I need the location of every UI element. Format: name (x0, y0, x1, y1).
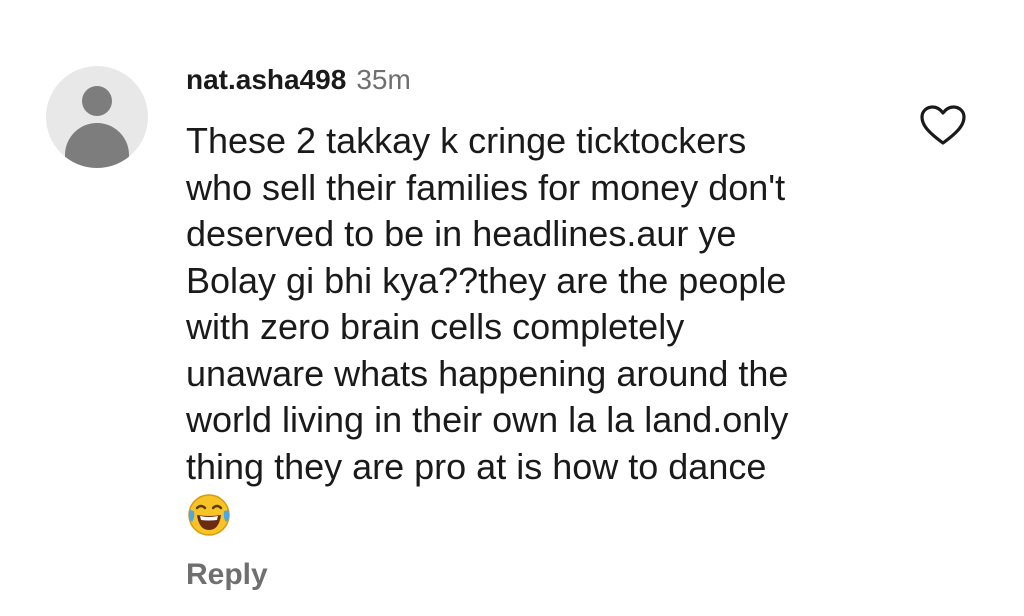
avatar[interactable] (46, 66, 148, 168)
avatar-head-shape (82, 86, 112, 116)
comment-text: These 2 takkay k cringe ticktockers who … (186, 118, 886, 490)
comment-text-line: with zero brain cells completely (186, 306, 685, 347)
username[interactable]: nat.asha498 (186, 64, 346, 95)
comment-text-line: Bolay gi bhi kya??they are the people (186, 259, 787, 301)
timestamp: 35m (356, 64, 411, 95)
heart-outline-icon (920, 105, 966, 145)
reply-button[interactable]: Reply (186, 556, 268, 594)
avatar-body-shape (65, 123, 129, 168)
comment-item: nat.asha498 35m These 2 takkay k cringe t… (0, 0, 1024, 616)
comment-meta: nat.asha498 35m (186, 62, 411, 98)
like-button[interactable] (918, 102, 968, 148)
comment-text-line: world living in their own la la land.onl… (186, 399, 789, 440)
comment-text-line: who sell their families for money don't (186, 166, 786, 208)
laughing-emoji-icon (186, 492, 232, 538)
comment-text-line: These 2 takkay k cringe ticktockers (186, 120, 747, 161)
comment-text-line: unaware whats happening around the (186, 352, 789, 394)
comment-text-line: deserved to be in headlines.aur ye (186, 213, 737, 254)
comment-text-line: thing they are pro at is how to dance (186, 445, 767, 487)
